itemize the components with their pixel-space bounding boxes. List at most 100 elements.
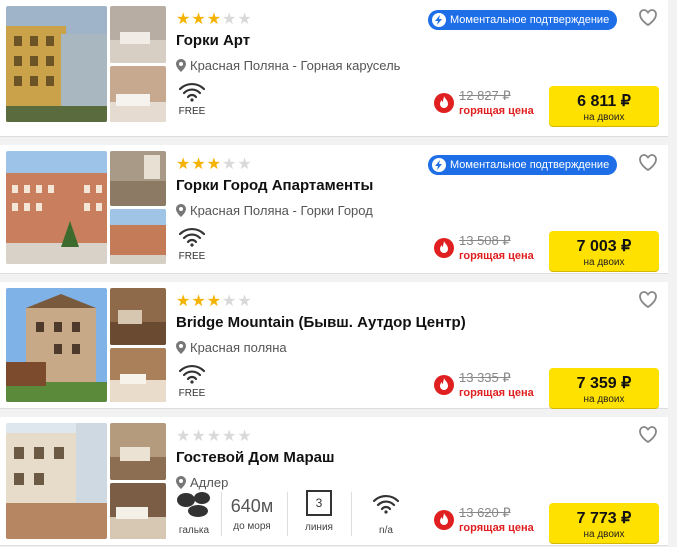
hotel-list: ★★★★★ Горки Арт Красная Поляна - Горная …	[0, 0, 677, 547]
star-rating: ★★★★★	[176, 12, 253, 28]
price-button[interactable]: 7 773 ₽ на двоих	[549, 503, 659, 543]
fire-icon	[434, 93, 454, 113]
divider	[351, 492, 352, 536]
location-pin-icon	[176, 59, 186, 72]
wifi-label: FREE	[178, 251, 206, 262]
lightning-icon	[432, 13, 446, 27]
hotel-location: Красная Поляна - Горная карусель	[176, 58, 400, 73]
price-button[interactable]: 7 003 ₽ на двоих	[549, 231, 659, 271]
hotel-name[interactable]: Горки Арт	[176, 32, 250, 49]
old-price: 13 335 ₽	[459, 370, 511, 385]
location-text: Красная поляна	[190, 340, 287, 355]
hotel-photo-thumb[interactable]	[110, 6, 166, 63]
location-pin-icon	[176, 204, 186, 217]
hotel-photo-thumb[interactable]	[110, 348, 166, 402]
price-value: 6 811 ₽	[577, 93, 631, 110]
fire-icon	[434, 238, 454, 258]
wifi-icon	[179, 82, 205, 102]
price-note: на двоих	[583, 257, 625, 268]
wifi-label: FREE	[178, 106, 206, 117]
hotel-photo-thumb[interactable]	[110, 209, 166, 264]
star-icon: ★	[222, 293, 238, 310]
hotel-photo-thumb[interactable]	[110, 423, 166, 480]
hotel-photo-thumb[interactable]	[110, 483, 166, 539]
price-note: на двоих	[583, 112, 625, 123]
location-text: Красная Поляна - Горная карусель	[190, 58, 401, 73]
wifi-icon	[372, 494, 400, 514]
hotel-photo-thumb[interactable]	[110, 151, 166, 206]
star-icon: ★	[237, 156, 253, 173]
badge-label: Моментальное подтверждение	[450, 159, 610, 171]
line-label: линия	[305, 522, 333, 533]
price-value: 7 003 ₽	[576, 238, 632, 255]
hotel-photo-thumb[interactable]	[110, 288, 166, 345]
star-rating: ★★★★★	[176, 157, 253, 173]
hot-price-label: горящая цена	[459, 250, 534, 262]
price-button[interactable]: 7 359 ₽ на двоих	[549, 368, 659, 408]
price-button[interactable]: 6 811 ₽ на двоих	[549, 86, 659, 126]
wifi-amenity: FREE	[178, 82, 206, 117]
price-value: 7 359 ₽	[576, 375, 632, 392]
wifi-amenity: FREE	[178, 364, 206, 399]
star-icon: ★	[222, 11, 238, 28]
wifi-label: FREE	[178, 388, 206, 399]
location-pin-icon	[176, 341, 186, 354]
pebble-icon	[177, 492, 210, 517]
price-note: на двоих	[583, 394, 625, 405]
star-icon: ★	[176, 11, 192, 28]
hotel-location: Красная поляна	[176, 340, 287, 355]
star-icon: ★	[176, 156, 192, 173]
hotel-name[interactable]: Гостевой Дом Мараш	[176, 449, 334, 466]
hot-price-label: горящая цена	[459, 105, 534, 117]
badge-label: Моментальное подтверждение	[450, 14, 610, 26]
hotel-name[interactable]: Горки Город Апартаменты	[176, 177, 373, 194]
beach-amenity: галька	[174, 490, 214, 536]
star-icon: ★	[237, 293, 253, 310]
divider	[287, 492, 288, 536]
star-icon: ★	[206, 293, 223, 310]
hotel-location: Адлер	[176, 475, 228, 490]
old-price: 13 620 ₽	[459, 505, 511, 520]
star-icon: ★	[206, 428, 223, 445]
star-icon: ★	[191, 11, 207, 28]
wifi-label: n/a	[379, 525, 393, 536]
beach-line: 3 линия	[298, 490, 340, 534]
star-icon: ★	[191, 428, 207, 445]
star-icon: ★	[222, 156, 238, 173]
lightning-icon	[432, 158, 446, 172]
hotel-card[interactable]: ★★★★★ Bridge Mountain (Бывш. Аутдор Цент…	[0, 282, 668, 409]
hotel-photo-main[interactable]	[6, 6, 107, 122]
heart-icon[interactable]	[638, 425, 658, 443]
wifi-amenity: FREE	[178, 227, 206, 262]
fire-icon	[434, 510, 454, 530]
wifi-icon	[179, 364, 205, 384]
heart-icon[interactable]	[638, 153, 658, 171]
heart-icon[interactable]	[638, 8, 658, 26]
heart-icon[interactable]	[638, 290, 658, 308]
distance-label: до моря	[233, 521, 271, 532]
star-icon: ★	[237, 11, 253, 28]
fire-icon	[434, 375, 454, 395]
hotel-photo-main[interactable]	[6, 423, 107, 539]
instant-confirmation-badge: Моментальное подтверждение	[428, 10, 618, 30]
hotel-card[interactable]: ★★★★★ Горки Арт Красная Поляна - Горная …	[0, 0, 668, 137]
location-text: Адлер	[190, 475, 229, 490]
hotel-photo-thumb[interactable]	[110, 66, 166, 122]
hotel-name[interactable]: Bridge Mountain (Бывш. Аутдор Центр)	[176, 314, 466, 331]
hot-price-label: горящая цена	[459, 387, 534, 399]
hot-price-label: горящая цена	[459, 522, 534, 534]
price-note: на двоих	[583, 529, 625, 540]
location-pin-icon	[176, 476, 186, 489]
star-rating: ★★★★★	[176, 294, 253, 310]
star-icon: ★	[206, 11, 223, 28]
hotel-location: Красная Поляна - Горки Город	[176, 203, 373, 218]
star-icon: ★	[191, 156, 207, 173]
divider	[221, 492, 222, 536]
star-rating: ★★★★★	[176, 429, 253, 445]
hotel-photo-main[interactable]	[6, 151, 107, 264]
hotel-card[interactable]: ★★★★★ Горки Город Апартаменты Красная По…	[0, 145, 668, 274]
star-icon: ★	[237, 428, 253, 445]
old-price: 12 827 ₽	[459, 88, 511, 103]
line-value: 3	[306, 490, 332, 516]
hotel-photo-main[interactable]	[6, 288, 107, 402]
